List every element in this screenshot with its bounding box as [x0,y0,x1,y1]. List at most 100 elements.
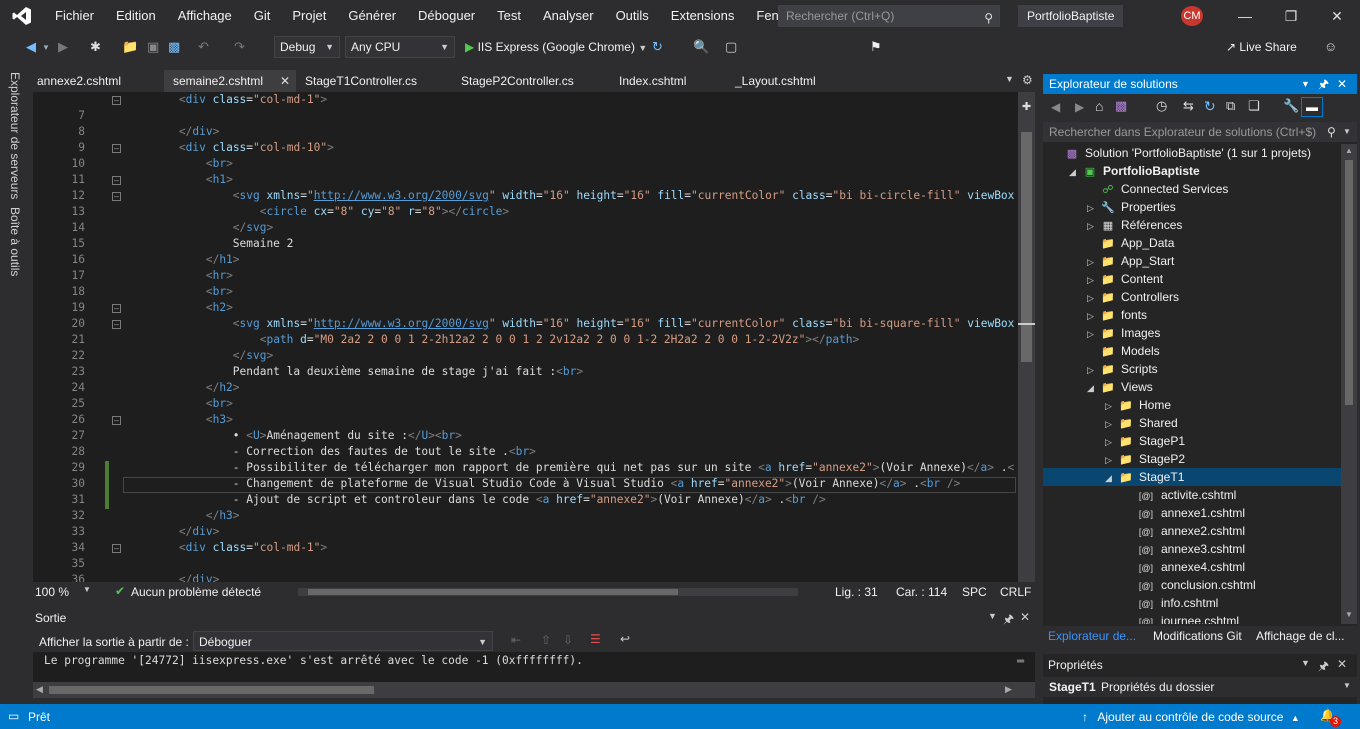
menu-outils[interactable]: Outils [605,0,660,32]
tree-item[interactable]: 📁 App_Data [1043,234,1341,252]
tree-item[interactable]: ▷ ▦ Références [1043,216,1341,234]
back-icon[interactable]: ◀ [1051,100,1060,114]
wrench-icon[interactable]: 🔧 [1283,98,1299,114]
tab-git-changes[interactable]: Modifications Git [1153,629,1242,643]
avatar[interactable]: CM [1181,6,1203,26]
properties-object-select[interactable]: StageT1 Propriétés du dossier ▼ [1043,677,1357,697]
tab-layout[interactable]: _Layout.cshtml [726,70,856,92]
preview-selected-items-icon[interactable]: ▬ [1301,97,1323,117]
split-icon[interactable]: ✚ [1022,100,1031,114]
output-horizontal-scrollbar[interactable]: ◀ ▶ [33,682,1035,698]
word-wrap-icon[interactable]: ↩ [620,632,630,646]
chevron-down-icon[interactable]: ▼ [83,585,91,594]
output-source-select[interactable]: Déboguer ▼ [193,631,493,651]
tree-item[interactable]: [@] activite.cshtml [1043,486,1341,504]
tree-item[interactable]: ▷ 📁 StageP1 [1043,432,1341,450]
scroll-up-icon[interactable]: ▲ [1345,146,1353,155]
solution-tree-scrollbar[interactable]: ▲ ▼ [1341,144,1357,624]
tree-item[interactable]: [@] annexe1.cshtml [1043,504,1341,522]
tree-item[interactable]: ▷ 📁 Shared [1043,414,1341,432]
fold-toggle-icon[interactable]: – [112,192,121,201]
tree-item[interactable]: [@] journee.cshtml [1043,612,1341,624]
menu-fichier[interactable]: Fichier [44,0,105,32]
fold-toggle-icon[interactable]: – [112,544,121,553]
collapsed-chevron-icon[interactable]: ▷ [1105,433,1117,451]
new-project-icon[interactable]: ✱ [90,39,101,55]
menu-generer[interactable]: Générer [337,0,407,32]
fold-toggle-icon[interactable]: – [112,176,121,185]
collapsed-chevron-icon[interactable]: ▷ [1087,361,1099,379]
restore-icon[interactable]: ❐ [1268,0,1314,32]
tree-item[interactable]: ▷ 🔧 Properties [1043,198,1341,216]
tree-item[interactable]: ▷ 📁 fonts [1043,306,1341,324]
scrollbar-thumb[interactable] [1345,160,1353,405]
pending-changes-icon[interactable]: ◷ [1156,98,1167,114]
collapse-all-icon[interactable]: ⧉ [1226,98,1235,114]
expanded-chevron-icon[interactable]: ◢ [1069,163,1081,181]
expanded-chevron-icon[interactable]: ◢ [1105,469,1117,487]
tab-stage-p2-controller[interactable]: StageP2Controller.cs [452,70,610,92]
tree-item[interactable]: ▷ 📁 Controllers [1043,288,1341,306]
show-all-files-icon[interactable]: ❏ [1248,98,1260,114]
home-icon[interactable]: ⌂ [1095,98,1103,114]
code-editor[interactable]: 7 8 9 10 11 12 13 14 15 16 17 18 19 20 2… [33,92,1018,582]
scroll-left-icon[interactable]: ◀ [36,684,43,695]
tree-item[interactable]: [@] annexe2.cshtml [1043,522,1341,540]
tree-item[interactable]: ▷ 📁 App_Start [1043,252,1341,270]
save-all-icon[interactable]: ▩ [168,39,180,55]
feedback-icon[interactable]: ☺ [1324,39,1337,54]
tab-stage-t1-controller[interactable]: StageT1Controller.cs [296,70,452,92]
forward-icon[interactable]: ▶ [58,39,68,55]
issues-status[interactable]: Aucun problème détecté [131,585,261,599]
menu-projet[interactable]: Projet [281,0,337,32]
tree-item[interactable]: [@] annexe3.cshtml [1043,540,1341,558]
previous-message-icon[interactable]: ⇧ [541,633,551,647]
scrollbar-thumb[interactable] [1021,132,1032,362]
fold-toggle-icon[interactable]: – [112,320,121,329]
collapsed-chevron-icon[interactable]: ▷ [1087,199,1099,217]
tree-item[interactable]: [@] annexe4.cshtml [1043,558,1341,576]
panel-menu-chevron-icon[interactable]: ▼ [1301,74,1310,94]
close-icon[interactable]: ✕ [1020,610,1030,624]
collapsed-chevron-icon[interactable]: ▷ [1087,271,1099,289]
run-button[interactable]: ▶ IIS Express (Google Chrome) ▼ [465,38,647,58]
redo-icon[interactable]: ↷ [234,39,245,55]
fold-toggle-icon[interactable]: – [112,304,121,313]
pin-icon[interactable]: 🖈 [1003,610,1014,631]
collapsed-chevron-icon[interactable]: ▷ [1105,451,1117,469]
tree-item[interactable]: ◢ ▣ PortfolioBaptiste [1043,162,1341,180]
browser-icon[interactable]: ▢ [725,39,737,55]
tab-annexe2[interactable]: annexe2.cshtml [28,70,164,92]
tree-item[interactable]: ▷ 📁 Home [1043,396,1341,414]
collapsed-chevron-icon[interactable]: ▷ [1087,289,1099,307]
save-icon[interactable]: ▣ [147,39,159,55]
tab-class-view[interactable]: Affichage de cl... [1256,629,1345,643]
clear-all-icon[interactable]: ☰ [590,632,601,646]
output-scroll-icon[interactable]: ═ [1017,656,1035,682]
editor-vertical-scrollbar[interactable]: ✚ [1018,92,1035,582]
notifications-button[interactable]: 🔔 3 [1320,708,1342,727]
panel-menu-chevron-icon[interactable]: ▼ [1301,658,1310,668]
live-share-button[interactable]: ↗ Live Share [1226,40,1297,54]
tree-item[interactable]: ▷ 📁 Scripts [1043,360,1341,378]
editor-horizontal-scrollbar[interactable] [298,588,798,596]
tree-item[interactable]: ☍ Connected Services [1043,180,1341,198]
fold-toggle-icon[interactable]: – [112,96,121,105]
tree-item[interactable]: ▩ Solution 'PortfolioBaptiste' (1 sur 1 p… [1043,144,1341,162]
next-message-icon[interactable]: ⇩ [563,633,573,647]
collapsed-chevron-icon[interactable]: ▷ [1087,253,1099,271]
configuration-select[interactable]: Debug ▼ [274,36,340,58]
find-message-icon[interactable]: ⇤ [511,633,521,647]
server-explorer-tab[interactable]: Explorateur de serveurs [8,72,22,199]
collapsed-chevron-icon[interactable]: ▷ [1105,397,1117,415]
zoom-level[interactable]: 100 % [35,585,69,599]
forward-icon[interactable]: ▶ [1075,100,1084,114]
menu-test[interactable]: Test [486,0,532,32]
tab-solution-explorer[interactable]: Explorateur de... [1048,629,1136,643]
scroll-right-icon[interactable]: ▶ [1005,684,1012,695]
tree-item[interactable]: ▷ 📁 Content [1043,270,1341,288]
minimize-icon[interactable]: — [1222,0,1268,32]
output-text-area[interactable]: Le programme '[24772] iisexpress.exe' s'… [33,652,1035,682]
line-endings[interactable]: CRLF [1000,585,1031,599]
collapsed-chevron-icon[interactable]: ▷ [1087,325,1099,343]
